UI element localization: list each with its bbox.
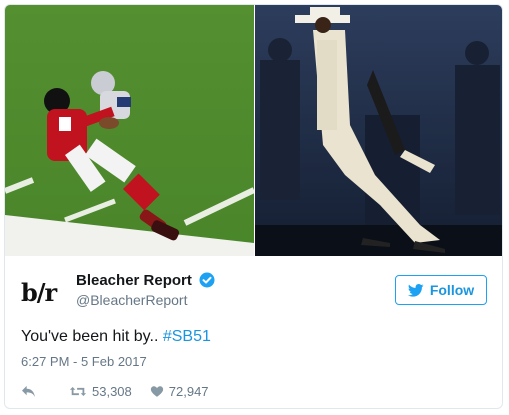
tweet-header: b/r Bleacher Report @BleacherReport Foll…: [21, 269, 487, 317]
like-count: 72,947: [168, 383, 209, 399]
retweet-count: 53,308: [92, 383, 132, 399]
retweet-button[interactable]: 53,308: [69, 384, 132, 399]
tweet-text-body: You've been hit by..: [21, 328, 163, 345]
like-button[interactable]: 72,947: [150, 384, 209, 399]
football-catch-image[interactable]: [5, 5, 254, 256]
follow-button[interactable]: Follow: [395, 275, 487, 305]
heart-icon: [150, 385, 163, 397]
reply-button[interactable]: [21, 385, 51, 398]
verified-badge-icon: [199, 272, 215, 288]
follow-button-label: Follow: [429, 282, 475, 298]
tweet-timestamp[interactable]: 6:27 PM - 5 Feb 2017: [21, 354, 147, 369]
dancer-lean-image[interactable]: [255, 5, 502, 256]
tweet-card: b/r Bleacher Report @BleacherReport Foll…: [4, 4, 503, 409]
author-handle[interactable]: @BleacherReport: [76, 292, 188, 308]
reply-icon: [22, 385, 35, 397]
bleacher-report-logo[interactable]: b/r: [21, 273, 69, 313]
tweet-actions: 53,308 72,947: [21, 381, 209, 401]
author-name[interactable]: Bleacher Report: [76, 272, 192, 289]
bird-icon: [407, 283, 424, 297]
tweet-text: You've been hit by.. #SB51: [21, 328, 211, 346]
hashtag-link[interactable]: #SB51: [163, 328, 211, 345]
retweet-icon: [69, 386, 87, 396]
tweet-media[interactable]: [5, 5, 502, 256]
